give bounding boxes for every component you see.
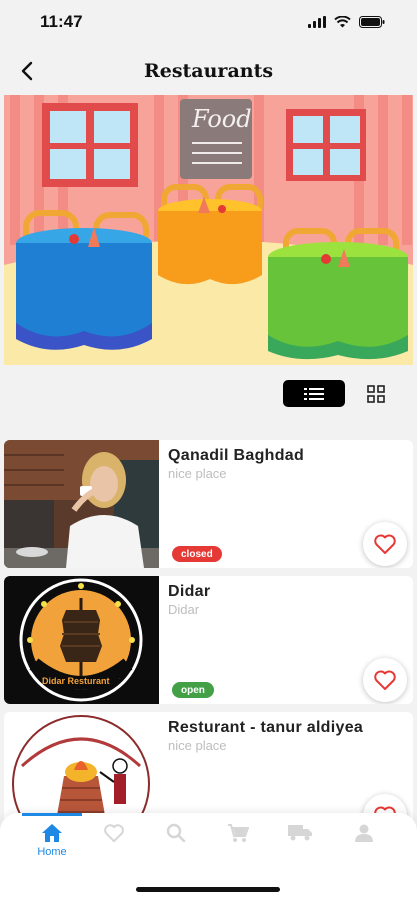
truck-icon (288, 825, 312, 841)
hero-sign-text: Food (192, 105, 252, 133)
status-bar: 11:47 (0, 0, 417, 44)
hero-banner: Food (4, 95, 413, 365)
status-time: 11:47 (40, 12, 83, 31)
search-icon (166, 823, 186, 843)
restaurant-subtitle: nice place (168, 738, 227, 753)
restaurant-illustration (4, 95, 413, 365)
person-icon (355, 824, 373, 842)
heart-icon (104, 824, 124, 843)
battery-icon (359, 16, 385, 28)
chevron-left-icon (21, 61, 33, 81)
favorite-button[interactable] (363, 658, 407, 702)
restaurant-subtitle: Didar (168, 602, 200, 617)
logo-text: Didar Resturant (42, 676, 110, 686)
favorite-button[interactable] (363, 522, 407, 566)
restaurant-name: Resturant - tanur aldiyea (168, 719, 364, 736)
tab-cart[interactable] (208, 813, 268, 873)
cafe-photo (4, 440, 159, 568)
grid-view-button[interactable] (362, 382, 390, 406)
restaurant-card[interactable]: Didar Resturant Didar Didar open (4, 576, 413, 704)
grid-icon (367, 385, 385, 403)
tab-profile[interactable] (334, 813, 394, 873)
home-indicator (136, 887, 280, 892)
tab-home-label: Home (37, 846, 67, 858)
nav-bar: Restaurants (0, 48, 417, 94)
status-badge: closed (172, 546, 222, 562)
restaurant-card[interactable]: Qanadil Baghdad nice place closed (4, 440, 413, 568)
restaurant-name: Qanadil Baghdad (168, 447, 305, 464)
tab-favorites[interactable] (84, 813, 144, 873)
heart-icon (374, 534, 396, 554)
home-icon (42, 824, 62, 842)
heart-icon (374, 670, 396, 690)
tab-search[interactable] (146, 813, 206, 873)
page-title: Restaurants (143, 60, 274, 82)
back-button[interactable] (12, 56, 42, 86)
cart-icon (228, 824, 249, 842)
wifi-icon (334, 16, 351, 28)
status-badge: open (172, 682, 214, 698)
status-icons (308, 16, 385, 28)
list-icon (304, 387, 324, 400)
restaurant-image (4, 440, 159, 568)
tab-home[interactable]: Home (22, 813, 82, 873)
signal-icon (308, 16, 326, 28)
tab-delivery[interactable] (270, 813, 330, 873)
view-toggle (0, 380, 417, 408)
restaurant-name: Didar (168, 583, 211, 600)
restaurant-subtitle: nice place (168, 466, 227, 481)
restaurant-image: Didar Resturant (4, 576, 159, 704)
list-view-button[interactable] (283, 380, 345, 407)
